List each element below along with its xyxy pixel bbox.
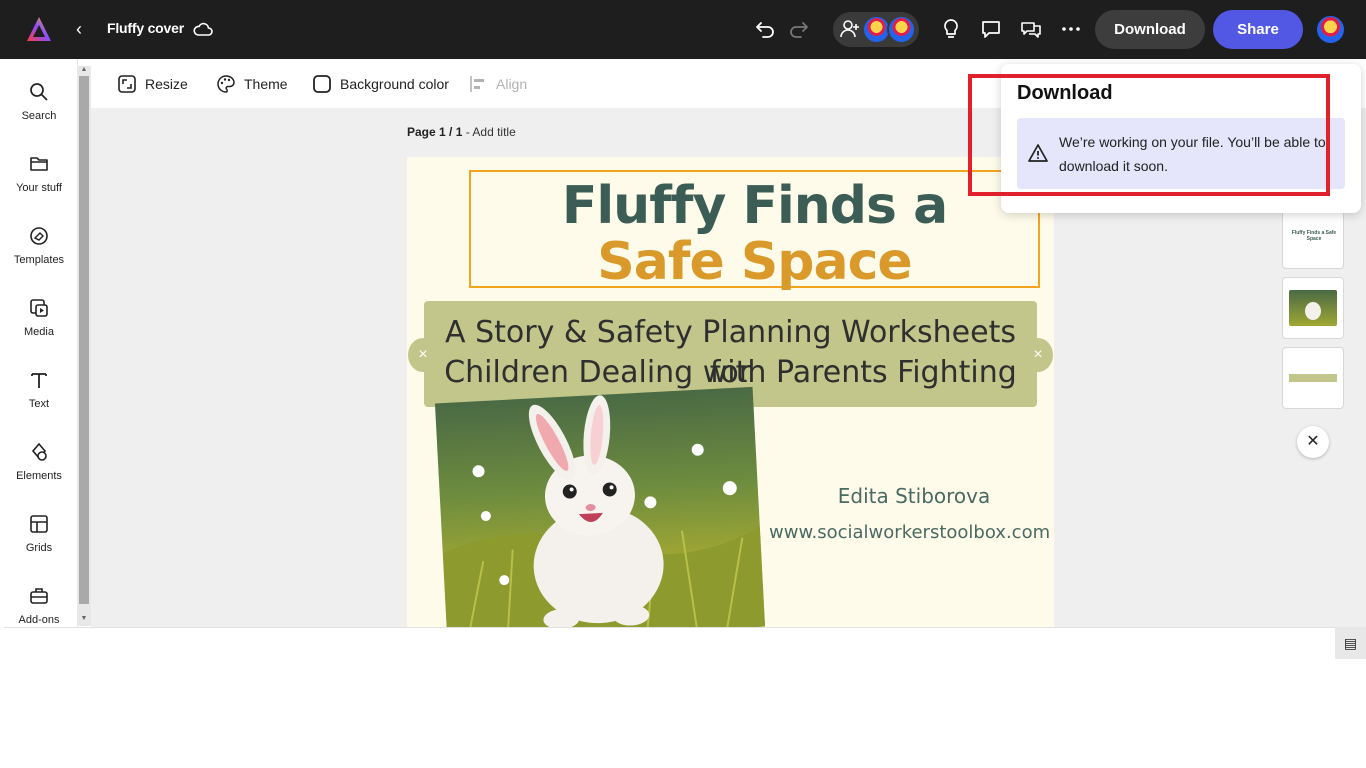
redo-icon[interactable]: [787, 17, 811, 41]
title-text-box[interactable]: Fluffy Finds a Safe Space: [469, 170, 1040, 292]
sidebar-item-label: Your stuff: [16, 182, 62, 194]
sidebar-item-label: Elements: [16, 470, 62, 482]
sidebar-item-label: Text: [28, 398, 50, 410]
resize-label: Resize: [145, 76, 188, 92]
thumbnail-title-text: Fluffy Finds a Safe Space: [1291, 230, 1337, 242]
sidebar-item-label: Grids: [25, 542, 53, 554]
page-label-separator: -: [462, 125, 473, 139]
collaborator-avatar[interactable]: [887, 15, 916, 44]
palette-icon: [217, 75, 235, 93]
cloud-sync-icon[interactable]: [192, 18, 214, 40]
thumbnail-banner-preview: [1289, 374, 1337, 382]
comment-icon[interactable]: [979, 17, 1003, 41]
share-button[interactable]: Share: [1213, 10, 1303, 49]
thumbnail-image-preview: [1289, 290, 1337, 326]
resize-button[interactable]: Resize: [117, 73, 188, 95]
sidebar-item-label: Add-ons: [18, 614, 60, 626]
scrollbar-thumb[interactable]: [79, 76, 89, 604]
collaborators-group[interactable]: [833, 12, 919, 47]
annotation-highlight-box: [968, 74, 1330, 196]
media-icon: [30, 299, 48, 317]
templates-icon: [30, 227, 48, 245]
document-title[interactable]: Fluffy cover: [107, 20, 184, 36]
design-title-line2[interactable]: Safe Space: [471, 232, 1038, 292]
theme-button[interactable]: Theme: [216, 73, 288, 95]
scroll-up-arrow-icon[interactable]: ▲: [79, 66, 89, 73]
top-bar: ‹ Fluffy cover Download Share: [0, 0, 1366, 59]
background-color-label: Background color: [340, 76, 449, 92]
page-number: Page 1 / 1: [407, 125, 463, 139]
undo-icon[interactable]: [753, 17, 777, 41]
design-page[interactable]: Fluffy Finds a Safe Space A Story & Safe…: [407, 157, 1054, 627]
chat-icon[interactable]: [1019, 17, 1043, 41]
scroll-down-arrow-icon[interactable]: ▼: [79, 615, 89, 622]
more-options-icon[interactable]: [1059, 17, 1083, 41]
resize-icon: [118, 75, 136, 93]
lightbulb-icon[interactable]: [939, 17, 963, 41]
page-label: Page 1 / 1 - Add title: [407, 125, 516, 139]
bottom-right-icon[interactable]: ▤: [1335, 627, 1366, 659]
thumbnail-image[interactable]: [1282, 277, 1344, 339]
sidebar-item-media[interactable]: Media: [0, 297, 78, 357]
design-title-line1[interactable]: Fluffy Finds a: [471, 176, 1038, 236]
sidebar-item-text[interactable]: Text: [0, 369, 78, 429]
sidebar-item-templates[interactable]: Templates: [0, 225, 78, 285]
align-icon: [470, 76, 484, 92]
left-sidebar: Search Your stuff Templates Media Text E…: [0, 59, 78, 627]
theme-label: Theme: [244, 76, 288, 92]
thumbnail-title[interactable]: Fluffy Finds a Safe Space: [1282, 207, 1344, 269]
bunny-illustration[interactable]: [434, 386, 766, 627]
add-title-link[interactable]: Add title: [472, 125, 515, 139]
sidebar-scrollbar[interactable]: ▲ ▼: [77, 66, 91, 626]
search-icon: [30, 83, 48, 101]
sidebar-item-label: Templates: [13, 254, 65, 266]
add-ons-icon: [30, 588, 48, 604]
back-chevron-icon[interactable]: ‹: [76, 18, 90, 40]
align-button[interactable]: Align: [468, 73, 527, 95]
author-name[interactable]: Edita Stiborova: [789, 484, 1039, 508]
user-avatar[interactable]: [1317, 16, 1344, 43]
color-swatch-icon: [313, 75, 331, 93]
adobe-express-logo-icon[interactable]: [26, 16, 52, 42]
download-button[interactable]: Download: [1095, 10, 1205, 49]
sidebar-item-label: Media: [24, 326, 54, 338]
close-icon[interactable]: ✕: [1297, 426, 1329, 458]
sidebar-item-label: Search: [21, 110, 57, 122]
sidebar-item-grids[interactable]: Grids: [0, 513, 78, 573]
text-icon: [31, 373, 47, 388]
elements-icon: [31, 442, 47, 461]
banner-left-handle-icon[interactable]: ×: [408, 338, 438, 372]
sidebar-item-search[interactable]: Search: [0, 81, 78, 141]
sidebar-item-your-stuff[interactable]: Your stuff: [0, 153, 78, 213]
website-url[interactable]: www.socialworkerstoolbox.com: [769, 522, 1050, 543]
thumbnail-banner[interactable]: [1282, 347, 1344, 409]
add-person-icon[interactable]: [839, 18, 861, 40]
grids-icon: [30, 515, 48, 533]
bottom-bar: [4, 627, 1335, 659]
background-color-button[interactable]: Background color: [312, 73, 449, 95]
banner-right-handle-icon[interactable]: ×: [1023, 338, 1053, 372]
sidebar-item-elements[interactable]: Elements: [0, 441, 78, 501]
align-label: Align: [496, 76, 528, 92]
bunny-image: [442, 395, 766, 627]
folder-icon: [30, 157, 48, 171]
